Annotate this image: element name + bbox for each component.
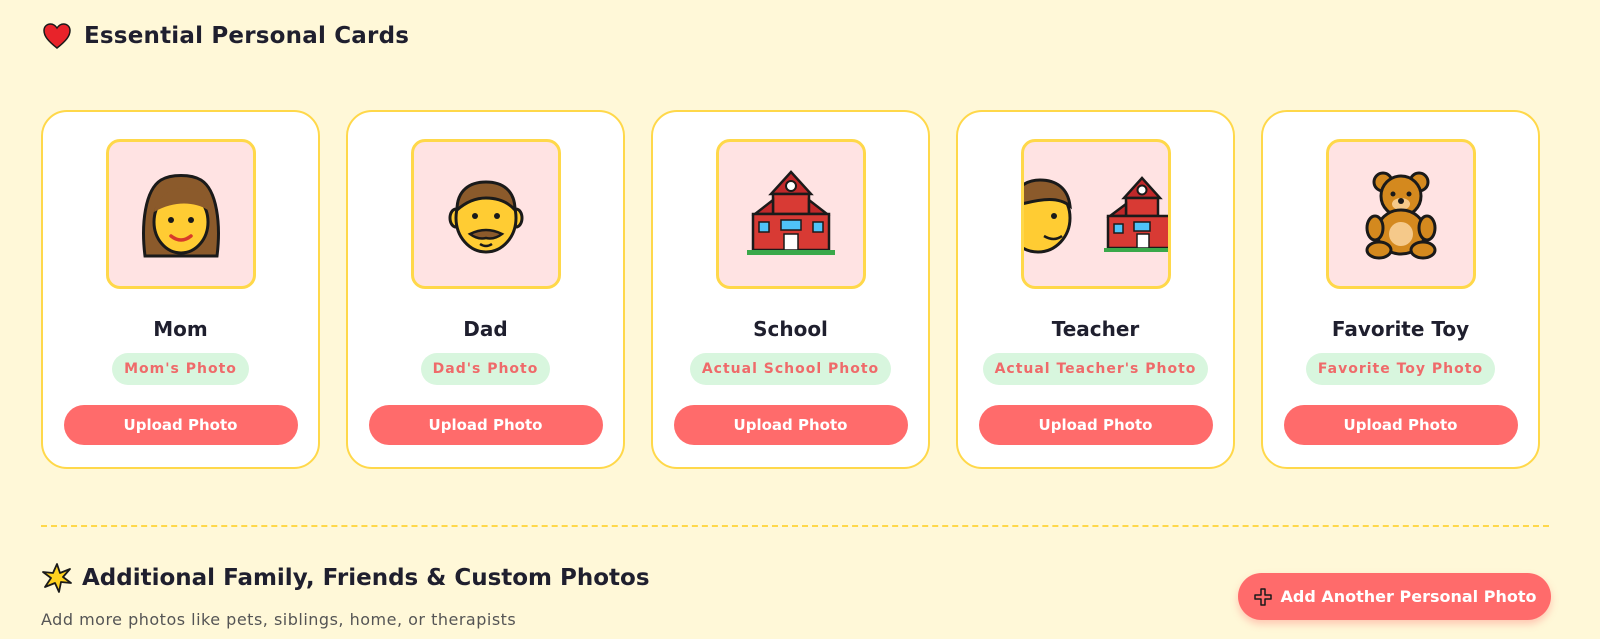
- additional-header: Additional Family, Friends & Custom Phot…: [42, 563, 650, 593]
- teacher-school-icon: [1023, 176, 1168, 254]
- upload-photo-button[interactable]: Upload Photo: [63, 405, 298, 445]
- add-personal-photo-button[interactable]: Add Another Personal Photo: [1238, 573, 1551, 620]
- section-divider: [41, 525, 1549, 527]
- essential-header: Essential Personal Cards: [42, 22, 409, 50]
- additional-subtitle: Add more photos like pets, siblings, hom…: [41, 610, 517, 629]
- card-dad: Dad Dad's Photo Upload Photo: [346, 110, 625, 469]
- upload-photo-button[interactable]: Upload Photo: [1283, 405, 1518, 445]
- essential-cards: Mom Mom's Photo Upload Photo Dad Dad's P…: [41, 110, 1549, 469]
- photo-frame[interactable]: [715, 139, 866, 289]
- man-face-icon: [448, 180, 523, 254]
- photo-tag: Actual School Photo: [689, 353, 892, 385]
- card-school: School Actual School Photo Upload Photo: [651, 110, 930, 469]
- photo-frame[interactable]: [105, 139, 256, 289]
- photo-tag: Actual Teacher's Photo: [982, 353, 1209, 385]
- card-title: Favorite Toy: [1331, 317, 1470, 341]
- teddy-bear-icon: [1365, 171, 1436, 260]
- additional-title: Additional Family, Friends & Custom Phot…: [82, 565, 650, 591]
- card-title: Dad: [463, 317, 508, 341]
- card-favorite-toy: Favorite Toy Favorite Toy Photo Upload P…: [1261, 110, 1540, 469]
- photo-tag: Mom's Photo: [112, 353, 249, 385]
- add-button-label: Add Another Personal Photo: [1280, 587, 1537, 606]
- section-title: Essential Personal Cards: [84, 23, 410, 49]
- plus-icon: [1253, 587, 1272, 606]
- card-title: Teacher: [1051, 317, 1140, 341]
- upload-photo-button[interactable]: Upload Photo: [368, 405, 603, 445]
- sparkle-icon: [42, 563, 72, 593]
- card-teacher: Teacher Actual Teacher's Photo Upload Ph…: [956, 110, 1235, 469]
- heart-icon: [43, 23, 71, 49]
- card-title: School: [753, 317, 828, 341]
- photo-frame[interactable]: [1020, 139, 1171, 289]
- photo-frame[interactable]: [1325, 139, 1476, 289]
- woman-face-icon: [141, 174, 220, 258]
- photo-tag: Dad's Photo: [420, 353, 551, 385]
- card-mom: Mom Mom's Photo Upload Photo: [41, 110, 320, 469]
- photo-frame[interactable]: [410, 139, 561, 289]
- card-title: Mom: [153, 317, 208, 341]
- photo-tag: Favorite Toy Photo: [1305, 353, 1496, 385]
- school-building-icon: [746, 170, 835, 255]
- upload-photo-button[interactable]: Upload Photo: [978, 405, 1213, 445]
- upload-photo-button[interactable]: Upload Photo: [673, 405, 908, 445]
